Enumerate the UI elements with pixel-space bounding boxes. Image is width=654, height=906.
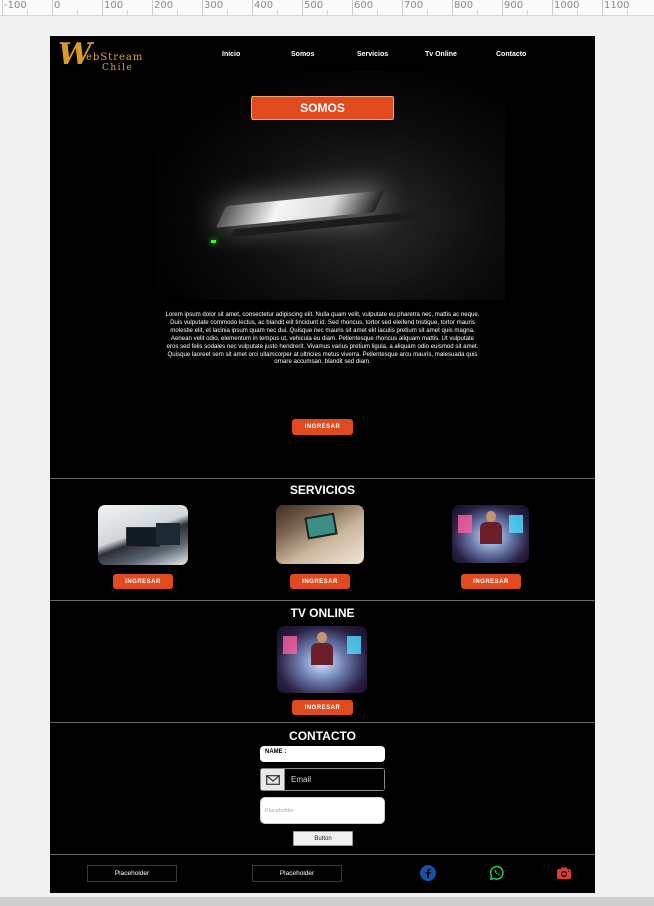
horizontal-scrollbar[interactable] [0, 897, 654, 906]
ruler-label: 600 [354, 0, 374, 11]
ruler-label: 200 [154, 0, 174, 11]
ruler-label: 100 [104, 0, 124, 11]
servicio-ingresar-button-2[interactable]: INGRESAR [290, 574, 350, 589]
message-field [260, 797, 385, 824]
person-body-shape [479, 522, 502, 544]
contacto-title: CONTACTO [289, 729, 356, 743]
message-input[interactable] [261, 798, 384, 823]
whatsapp-icon[interactable] [489, 865, 505, 881]
tablet-shape [304, 512, 338, 540]
somos-title-button[interactable]: SOMOS [251, 96, 394, 120]
facebook-icon[interactable] [420, 865, 436, 881]
servicio-ingresar-button-1[interactable]: INGRESAR [113, 574, 173, 589]
ruler-label: 800 [454, 0, 474, 11]
nav-item-contacto[interactable]: Contacto [496, 51, 526, 58]
camera-icon[interactable] [556, 865, 572, 881]
email-field-group [260, 768, 385, 791]
footer-divider [50, 854, 595, 855]
section-divider [50, 478, 595, 479]
main-nav: Inicio Somos Servicios Tv Online Contact… [50, 51, 595, 63]
screen-right-shape [509, 515, 523, 533]
ruler-label: 500 [304, 0, 324, 11]
ruler-label: 300 [204, 0, 224, 11]
screen-right-shape [347, 636, 361, 654]
hero-description: Lorem ipsum dolor sit amet, consectetur … [165, 311, 480, 366]
tv-online-image [277, 626, 367, 693]
footer-placeholder-2[interactable]: Placeholder [252, 865, 342, 882]
name-label: NAME : [265, 749, 287, 755]
person-body-shape [311, 643, 333, 665]
green-led [211, 240, 216, 243]
section-divider [50, 600, 595, 601]
email-input[interactable] [286, 769, 384, 790]
monitor-shape [126, 527, 160, 547]
hero-ingresar-button[interactable]: INGRESAR [292, 419, 353, 435]
footer-placeholder-1[interactable]: Placeholder [87, 865, 177, 882]
servicio-ingresar-button-3[interactable]: INGRESAR [461, 574, 521, 589]
person-head-shape [485, 511, 496, 522]
envelope-icon [261, 769, 285, 790]
nav-item-inicio[interactable]: Inicio [222, 51, 240, 58]
ruler-label: 700 [404, 0, 424, 11]
person-head-shape [317, 632, 327, 643]
servicios-title: SERVICIOS [289, 483, 356, 497]
nav-item-servicios[interactable]: Servicios [357, 51, 388, 58]
screen-left-shape [458, 515, 472, 533]
ruler-label: 900 [504, 0, 524, 11]
tv-online-ingresar-button[interactable]: INGRESAR [292, 700, 353, 715]
servicio-image-1 [98, 505, 188, 565]
nav-item-tv-online[interactable]: Tv Online [425, 51, 457, 58]
page-canvas: W ebStream Chile Inicio Somos Servicios … [50, 36, 595, 893]
tv-online-title: TV ONLINE [290, 606, 355, 620]
section-divider [50, 722, 595, 723]
servicio-image-2 [276, 505, 364, 564]
ruler-label: 1100 [604, 0, 630, 11]
ruler-label: -100 [4, 0, 27, 11]
nav-item-somos[interactable]: Somos [291, 51, 314, 58]
ruler-label: 400 [254, 0, 274, 11]
name-field[interactable]: NAME : [260, 746, 385, 762]
laptop-shape [156, 523, 180, 545]
servicio-image-3 [452, 505, 529, 563]
logo-text-line2: Chile [102, 63, 134, 73]
ruler-label: 0 [54, 0, 61, 11]
ruler-label: 1000 [554, 0, 580, 11]
submit-button[interactable]: Button [293, 831, 353, 846]
ruler: -100 0 100 200 300 400 500 600 700 800 9… [0, 0, 654, 16]
screen-left-shape [283, 636, 297, 654]
